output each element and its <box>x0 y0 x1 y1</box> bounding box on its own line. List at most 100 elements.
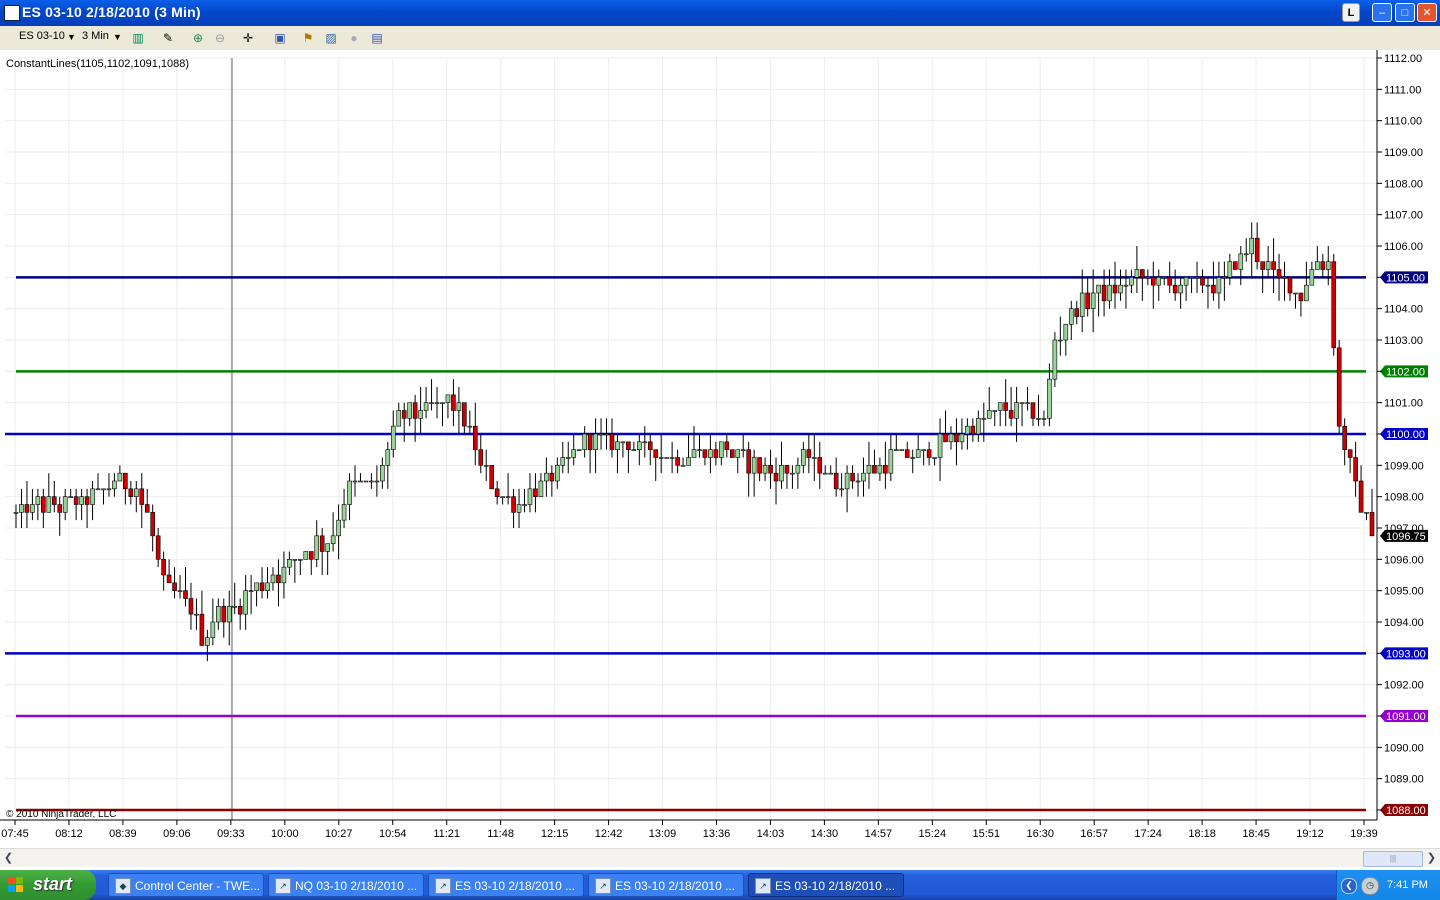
tray-clock-icon[interactable]: ◷ <box>1361 877 1379 895</box>
candle-body <box>965 425 970 435</box>
bar-type-icon[interactable]: ▥ <box>130 30 146 46</box>
candle-body <box>123 472 128 490</box>
candle-body <box>1129 277 1134 286</box>
candle-body <box>232 606 238 608</box>
candle-body <box>1101 284 1107 302</box>
candle-body <box>276 574 281 584</box>
candle-body <box>341 504 347 521</box>
candle-body <box>937 433 943 458</box>
candle-body <box>1315 261 1320 270</box>
candle-body <box>68 496 73 498</box>
candle-body <box>412 402 418 419</box>
task-nq-chart[interactable]: ↗ NQ 03-10 2/18/2010 ... <box>268 873 424 897</box>
constant-line-label-1091: 1091.00 <box>1380 710 1428 723</box>
candle-body <box>1369 512 1375 537</box>
instrument-dropdown-icon[interactable]: ▼ <box>67 32 76 42</box>
task-label: ES 03-10 2/18/2010 ... <box>615 879 736 893</box>
interval-selector[interactable]: 3 Min <box>82 30 109 42</box>
time-tick-label: 09:33 <box>217 828 245 840</box>
candle-body <box>795 465 801 474</box>
candle-body <box>319 535 325 552</box>
scroll-left-icon[interactable]: ❮ <box>1 850 16 866</box>
time-tick-label: 11:21 <box>433 828 460 840</box>
zoom-out-icon[interactable]: ⊖ <box>212 30 228 46</box>
candle-body <box>1216 277 1222 294</box>
constant-line-tag-text: 1100.00 <box>1386 429 1425 441</box>
task-es-chart-3[interactable]: ↗ ES 03-10 2/18/2010 ... <box>748 873 904 897</box>
candle-body <box>330 535 336 544</box>
strategies-icon[interactable]: ⚑ <box>300 30 316 46</box>
candle-body <box>1364 512 1369 514</box>
candle-body <box>216 606 221 623</box>
window-title-bar: ES 03-10 2/18/2010 (3 Min) L – □ ✕ <box>0 0 1440 26</box>
indicators-icon[interactable]: ▨ <box>323 30 339 46</box>
interval-dropdown-icon[interactable]: ▼ <box>113 32 122 42</box>
candle-body <box>41 496 46 513</box>
task-es-chart-2[interactable]: ↗ ES 03-10 2/18/2010 ... <box>588 873 744 897</box>
time-tick-label: 18:18 <box>1188 828 1216 840</box>
candle-body <box>1025 402 1030 404</box>
candle-body <box>1287 277 1293 294</box>
data-box-icon[interactable]: ▤ <box>369 30 385 46</box>
tray-time: 7:41 PM <box>1387 879 1428 891</box>
time-tick-label: 16:30 <box>1026 828 1054 840</box>
candle-body <box>500 496 505 498</box>
candle-body <box>642 441 648 444</box>
candle-body <box>325 543 330 552</box>
candle-body <box>1358 480 1364 513</box>
candle-body <box>686 457 691 466</box>
time-tick-label: 12:15 <box>541 828 569 840</box>
maximize-button[interactable]: □ <box>1395 3 1415 22</box>
minimize-button[interactable]: – <box>1372 3 1392 22</box>
candle-body <box>13 512 19 514</box>
candle-body <box>877 465 883 474</box>
task-es-chart-1[interactable]: ↗ ES 03-10 2/18/2010 ... <box>428 873 584 897</box>
candle-body <box>1014 402 1019 419</box>
candle-body <box>172 582 177 591</box>
last-price-tag: 1096.75 <box>1380 529 1428 543</box>
candle-body <box>1238 253 1244 270</box>
candle-body <box>292 559 298 561</box>
candle-body <box>516 504 522 513</box>
candle-body <box>899 449 905 451</box>
start-button[interactable]: start <box>0 870 96 900</box>
price-tick-label: 1096.00 <box>1384 554 1424 566</box>
candle-body <box>762 465 768 474</box>
price-tick-label: 1109.00 <box>1384 147 1423 159</box>
horizontal-scrollbar[interactable]: ❮ ||| ❯ <box>0 848 1440 867</box>
candle-body <box>560 457 566 466</box>
time-tick-label: 08:12 <box>55 828 83 840</box>
windows-logo-icon <box>8 877 23 892</box>
task-control-center[interactable]: ◆ Control Center - TWE... <box>108 873 264 897</box>
candle-body <box>270 574 276 584</box>
candle-body <box>401 410 407 419</box>
zoom-in-icon[interactable]: ⊕ <box>190 30 206 46</box>
drawing-tool-icon[interactable]: ✎ <box>160 30 176 46</box>
scroll-thumb[interactable]: ||| <box>1363 851 1423 867</box>
candle-body <box>281 566 287 584</box>
time-tick-label: 07:45 <box>1 828 29 840</box>
tray-expand-icon[interactable]: ❮ <box>1341 878 1357 894</box>
time-tick-label: 09:06 <box>163 828 191 840</box>
close-button[interactable]: ✕ <box>1417 3 1437 22</box>
candle-body <box>784 465 790 474</box>
scroll-right-icon[interactable]: ❯ <box>1424 850 1439 866</box>
candle-body <box>363 480 369 483</box>
candle-body <box>538 480 544 497</box>
snapshot-icon[interactable]: ● <box>346 30 362 46</box>
link-button[interactable]: L <box>1342 3 1360 22</box>
candle-body <box>620 441 626 444</box>
chart-icon: ↗ <box>435 878 451 894</box>
crosshair-icon[interactable]: ✛ <box>240 30 256 46</box>
price-chart[interactable]: 1105.00 1102.00 1100.00 1093.00 1091.00 1088.… <box>0 50 1440 848</box>
properties-icon[interactable]: ▣ <box>272 30 288 46</box>
candle-body <box>183 590 188 599</box>
candle <box>1331 253 1337 356</box>
candle-body <box>970 425 976 435</box>
candle <box>1336 340 1342 434</box>
candle-body <box>1347 449 1353 458</box>
candle-body <box>51 496 57 505</box>
candle-body <box>691 449 697 458</box>
candle-body <box>429 402 434 404</box>
instrument-selector[interactable]: ES 03-10 <box>19 30 65 42</box>
